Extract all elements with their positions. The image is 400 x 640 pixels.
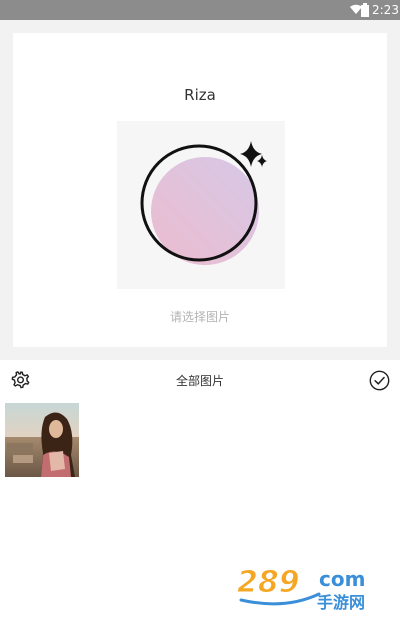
image-placeholder[interactable] (117, 121, 285, 289)
album-selector[interactable]: 全部图片 (0, 372, 400, 389)
watermark-site: 手游网 (317, 593, 365, 612)
watermark-logo: 289 com 手游网 (237, 565, 366, 613)
placeholder-illustration (140, 141, 267, 265)
preview-card: Riza 请选择图片 (13, 33, 387, 347)
photo-thumbnail[interactable] (5, 403, 79, 477)
gallery-toolbar: 全部图片 (0, 360, 400, 400)
status-time: 2:23 (372, 3, 399, 17)
watermark-number: 289 (237, 565, 300, 600)
watermark-domain: com (319, 567, 365, 591)
battery-icon (361, 3, 369, 17)
status-bar: 2:23 (0, 0, 400, 20)
check-circle-icon[interactable] (369, 370, 390, 391)
photo-image (5, 403, 79, 477)
sparkle-small-icon (257, 155, 267, 167)
preview-section: Riza 请选择图片 (0, 20, 400, 360)
card-title: Riza (184, 86, 216, 104)
sparkle-large-icon (240, 141, 262, 167)
site-watermark: 289 com 手游网 (235, 562, 380, 613)
select-image-hint[interactable]: 请选择图片 (13, 308, 387, 325)
